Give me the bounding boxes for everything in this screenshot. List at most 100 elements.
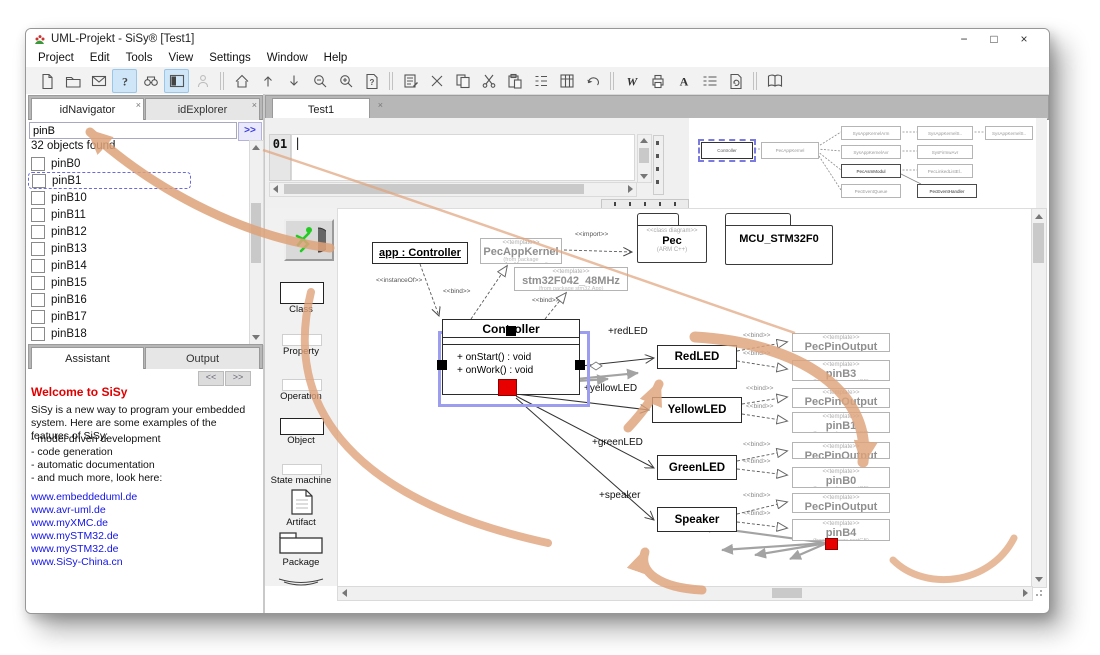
- edge[interactable]: [516, 398, 654, 520]
- find-button[interactable]: [138, 69, 163, 93]
- overview-node-pecappkernel[interactable]: PecAppKernel: [761, 142, 819, 159]
- close-icon[interactable]: ×: [252, 101, 257, 110]
- paste-button[interactable]: [502, 69, 527, 93]
- font-button[interactable]: A: [671, 69, 696, 93]
- shape-state-machine[interactable]: [282, 464, 322, 475]
- new-file-button[interactable]: [34, 69, 59, 93]
- overview-node-sysappkernelavr[interactable]: SysAppKernelAvr: [841, 145, 901, 159]
- node-mcu-stm32f0-package[interactable]: MCU_STM32F0: [725, 225, 833, 265]
- checkbox[interactable]: [31, 191, 45, 205]
- nav-item-pinb15[interactable]: pinB15: [28, 274, 248, 291]
- shape-artifact[interactable]: [290, 489, 314, 515]
- code-editor[interactable]: |: [291, 134, 635, 181]
- node-pinb4[interactable]: <<template>>pinB4(from package portGB): [792, 519, 890, 541]
- edge[interactable]: [420, 264, 439, 316]
- node-pinb3[interactable]: <<template>>pinB3(from package portGB): [792, 360, 890, 381]
- close-icon[interactable]: ×: [378, 101, 383, 110]
- overview-node-pecasmmodul[interactable]: PecAsmModul: [841, 164, 901, 178]
- shape-more-handle[interactable]: [276, 574, 326, 584]
- overview-node-sysappkernelarm[interactable]: SysAppKernelArm: [841, 126, 901, 140]
- shape-class[interactable]: [280, 282, 324, 304]
- tab-test1[interactable]: Test1 ×: [272, 98, 370, 120]
- checkbox[interactable]: [31, 259, 45, 273]
- tab-idnavigator[interactable]: idNavigator ×: [31, 98, 144, 120]
- node-pecpinoutput-red[interactable]: <<template>>PecPinOutput(from package pe…: [792, 333, 890, 352]
- shape-operation[interactable]: [282, 379, 322, 391]
- word-export-button[interactable]: W: [619, 69, 644, 93]
- checkbox[interactable]: [31, 208, 45, 222]
- assistant-prev-button[interactable]: <<: [198, 371, 224, 386]
- table-button[interactable]: [554, 69, 579, 93]
- overview-node-controller[interactable]: Controller: [701, 142, 753, 159]
- diagram-canvas[interactable]: <<instanceOf>><<bind>><<bind>><<import>>…: [337, 208, 1032, 587]
- scrollbar-thumb[interactable]: [284, 184, 584, 194]
- edge[interactable]: [742, 414, 787, 421]
- editor-zoom-slider[interactable]: [653, 135, 664, 195]
- window-layout-button[interactable]: [164, 69, 189, 93]
- properties-button[interactable]: [398, 69, 423, 93]
- checkbox[interactable]: [31, 157, 45, 171]
- checkbox[interactable]: [31, 276, 45, 290]
- checkbox[interactable]: [31, 327, 45, 341]
- resize-grip[interactable]: [1034, 588, 1042, 596]
- node-app-controller[interactable]: app : Controller: [372, 242, 468, 264]
- maximize-button[interactable]: □: [979, 29, 1009, 49]
- open-folder-button[interactable]: [60, 69, 85, 93]
- scrollbar-thumb[interactable]: [639, 148, 649, 163]
- menu-view[interactable]: View: [160, 52, 201, 64]
- menu-settings[interactable]: Settings: [201, 52, 259, 64]
- copy-button[interactable]: [450, 69, 475, 93]
- link-www-avr-uml-de[interactable]: www.avr-uml.de: [31, 504, 137, 517]
- shape-property[interactable]: [282, 334, 322, 346]
- node-pec-app-kernel[interactable]: <<template>>PecAppKernel(from package pe…: [480, 238, 562, 264]
- checkbox[interactable]: [31, 225, 45, 239]
- home-button[interactable]: [229, 69, 254, 93]
- nav-item-pinb11[interactable]: pinB11: [28, 206, 248, 223]
- checkbox[interactable]: [31, 242, 45, 256]
- search-input[interactable]: [29, 122, 237, 139]
- diagram-hscrollbar[interactable]: [337, 586, 1033, 601]
- checkbox[interactable]: [32, 174, 46, 188]
- nav-down-button[interactable]: [281, 69, 306, 93]
- overview-node-sysfirmwavr[interactable]: SysFirmwAvr: [917, 145, 973, 159]
- refresh-button[interactable]: [723, 69, 748, 93]
- selection-handle[interactable]: [437, 360, 447, 370]
- format-button[interactable]: [697, 69, 722, 93]
- edge[interactable]: [737, 361, 787, 369]
- zoom-in-button[interactable]: [333, 69, 358, 93]
- node-greenled[interactable]: GreenLED: [657, 455, 737, 480]
- zoom-out-button[interactable]: [307, 69, 332, 93]
- overview-node-sysappkernels[interactable]: SysAppKernelS..: [917, 126, 973, 140]
- scrollbar-thumb[interactable]: [251, 203, 261, 263]
- nav-item-pinb1[interactable]: pinB1: [28, 172, 191, 189]
- menu-help[interactable]: Help: [316, 52, 356, 64]
- menu-tools[interactable]: Tools: [118, 52, 161, 64]
- tree-list-button[interactable]: [528, 69, 553, 93]
- menu-project[interactable]: Project: [30, 52, 82, 64]
- edge[interactable]: [737, 469, 787, 475]
- diagram-vscrollbar[interactable]: [1031, 208, 1047, 588]
- overview-node-peclinkedlistel[interactable]: PecLinkedListEl..: [917, 164, 973, 178]
- link-www-embeddeduml-de[interactable]: www.embeddeduml.de: [31, 491, 137, 504]
- checkbox[interactable]: [31, 293, 45, 307]
- link-www-myxmc-de[interactable]: www.myXMC.de: [31, 517, 137, 530]
- node-pinb0[interactable]: <<template>>pinB0(from package portGB): [792, 467, 890, 488]
- nav-item-pinb0[interactable]: pinB0: [28, 155, 248, 172]
- checkbox[interactable]: [31, 310, 45, 324]
- close-button[interactable]: ×: [1009, 29, 1039, 49]
- overview-node-peceventqueue[interactable]: PecEventQueue: [841, 184, 901, 198]
- nav-item-pinb16[interactable]: pinB16: [28, 291, 248, 308]
- selection-handle[interactable]: [506, 326, 516, 336]
- menu-edit[interactable]: Edit: [82, 52, 118, 64]
- cut-button[interactable]: [476, 69, 501, 93]
- nav-item-pinb17[interactable]: pinB17: [28, 308, 248, 325]
- relation-handle-pinb4[interactable]: [825, 538, 838, 550]
- help-button[interactable]: ?: [112, 69, 137, 93]
- node-yellowled[interactable]: YellowLED: [652, 397, 742, 423]
- shape-package[interactable]: [278, 531, 324, 555]
- link-www-sisy-china-cn[interactable]: www.SiSy-China.cn: [31, 556, 137, 569]
- edge[interactable]: [564, 250, 632, 252]
- nav-item-pinb12[interactable]: pinB12: [28, 223, 248, 240]
- node-pecpinoutput-green[interactable]: <<template>>PecPinOutput(from package pe…: [792, 442, 890, 459]
- nav-item-pinb10[interactable]: pinB10: [28, 189, 248, 206]
